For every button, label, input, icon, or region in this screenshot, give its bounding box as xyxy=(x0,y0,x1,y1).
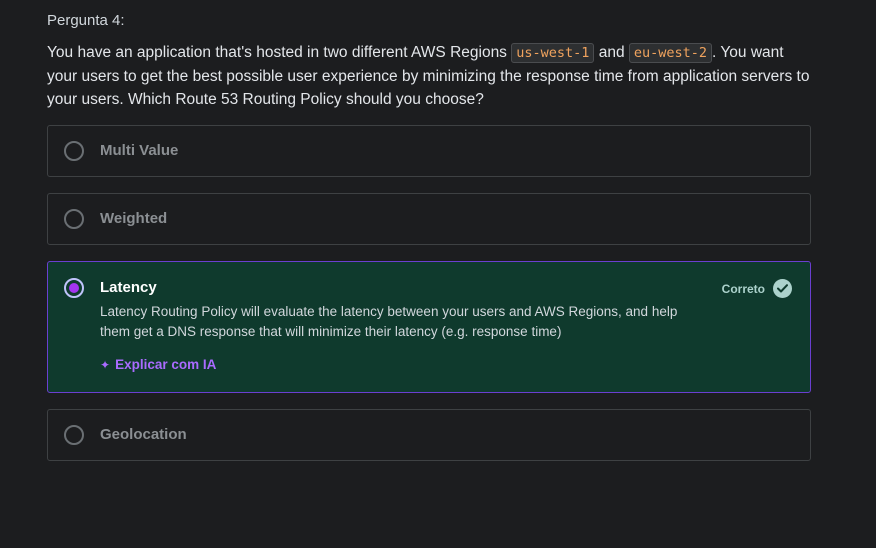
question-text-part: You have an application that's hosted in… xyxy=(47,44,512,61)
option-label: Weighted xyxy=(100,210,168,227)
option-weighted[interactable]: Weighted xyxy=(47,193,811,245)
option-label: Latency xyxy=(100,279,157,296)
sparkle-icon: ✦ xyxy=(100,357,111,372)
radio-empty-icon[interactable] xyxy=(64,141,84,161)
question-text-part: and xyxy=(594,44,629,61)
explain-with-ai-label: Explicar com IA xyxy=(115,357,217,372)
question-number: Pergunta 4: xyxy=(47,12,125,29)
option-geolocation[interactable]: Geolocation xyxy=(47,409,811,461)
explain-with-ai-button[interactable]: ✦ Explicar com IA xyxy=(100,357,216,372)
question-text: You have an application that's hosted in… xyxy=(47,41,817,111)
option-label: Geolocation xyxy=(100,426,187,443)
correct-status: Correto xyxy=(722,279,792,298)
status-text: Correto xyxy=(721,281,765,296)
code-region-2: eu-west-2 xyxy=(628,43,713,63)
check-circle-icon xyxy=(773,279,792,298)
code-region-1: us-west-1 xyxy=(511,43,595,63)
answer-explanation: Latency Routing Policy will evaluate the… xyxy=(100,304,678,339)
option-label: Multi Value xyxy=(100,142,179,159)
radio-selected-icon[interactable] xyxy=(64,278,84,298)
radio-empty-icon[interactable] xyxy=(64,425,84,445)
radio-empty-icon[interactable] xyxy=(64,209,84,229)
option-multi-value[interactable]: Multi Value xyxy=(47,125,811,177)
option-latency[interactable]: Latency Latency Routing Policy will eval… xyxy=(47,261,811,393)
